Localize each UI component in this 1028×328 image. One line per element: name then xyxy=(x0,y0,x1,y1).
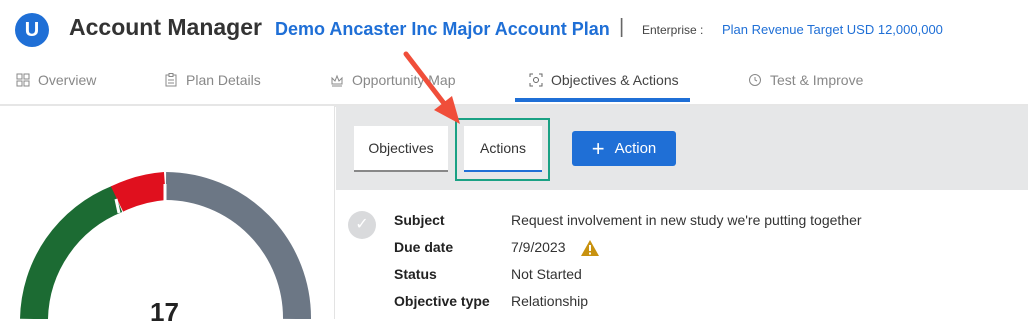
enterprise-value[interactable]: Plan Revenue Target USD 12,000,000 xyxy=(722,22,943,37)
total-count: 17 xyxy=(150,297,179,327)
header: U Account Manager Demo Ancaster Inc Majo… xyxy=(0,0,1028,60)
tab-label: Objectives & Actions xyxy=(551,72,679,88)
enterprise-label: Enterprise : xyxy=(642,23,704,37)
highlight-box xyxy=(455,118,550,181)
status-value: Not Started xyxy=(511,266,582,282)
pointer-arrow-icon xyxy=(403,51,460,124)
plus-icon: + xyxy=(591,135,605,161)
donut-segment-red xyxy=(110,172,167,212)
warning-icon xyxy=(581,240,599,256)
subject-label: Subject xyxy=(394,212,445,228)
subtab-objectives[interactable]: Objectives xyxy=(354,126,448,172)
crown-icon xyxy=(331,74,343,87)
donut-segment-green xyxy=(20,186,123,319)
header-separator: | xyxy=(619,16,625,38)
summary-panel: 17 xyxy=(0,106,335,327)
add-action-label: Action xyxy=(614,140,657,157)
complete-check-icon[interactable]: ✓ xyxy=(348,211,376,239)
action-details: ✓ Subject Request involvement in new stu… xyxy=(336,190,1028,319)
tab-objectives-actions[interactable]: Objectives & Actions xyxy=(529,72,679,88)
main-tabs: Overview Plan Details Opportunity Map Ob… xyxy=(0,62,1028,107)
refresh-icon xyxy=(749,74,761,86)
plan-title[interactable]: Demo Ancaster Inc Major Account Plan xyxy=(275,19,610,40)
grid-icon xyxy=(16,73,30,87)
tab-plan-details[interactable]: Plan Details xyxy=(164,72,261,88)
active-tab-indicator xyxy=(515,98,690,102)
subject-value: Request involvement in new study we're p… xyxy=(511,212,862,228)
donut-segment-gray xyxy=(165,172,312,319)
tab-label: Test & Improve xyxy=(770,72,864,88)
due-date-label: Due date xyxy=(394,239,454,255)
tab-test-improve[interactable]: Test & Improve xyxy=(748,72,863,88)
objective-type-label: Objective type xyxy=(394,293,490,309)
target-icon xyxy=(529,73,543,87)
tab-overview[interactable]: Overview xyxy=(16,72,96,88)
due-date-value: 7/9/2023 xyxy=(511,239,566,255)
app-title: Account Manager xyxy=(69,14,262,40)
app-logo: U xyxy=(15,13,49,47)
status-label: Status xyxy=(394,266,437,282)
tab-label: Plan Details xyxy=(186,72,261,88)
clipboard-icon xyxy=(165,73,177,87)
objective-type-value: Relationship xyxy=(511,293,589,309)
status-donut-chart xyxy=(20,172,312,319)
add-action-button[interactable]: + Action xyxy=(572,131,676,166)
tab-label: Overview xyxy=(38,72,97,88)
